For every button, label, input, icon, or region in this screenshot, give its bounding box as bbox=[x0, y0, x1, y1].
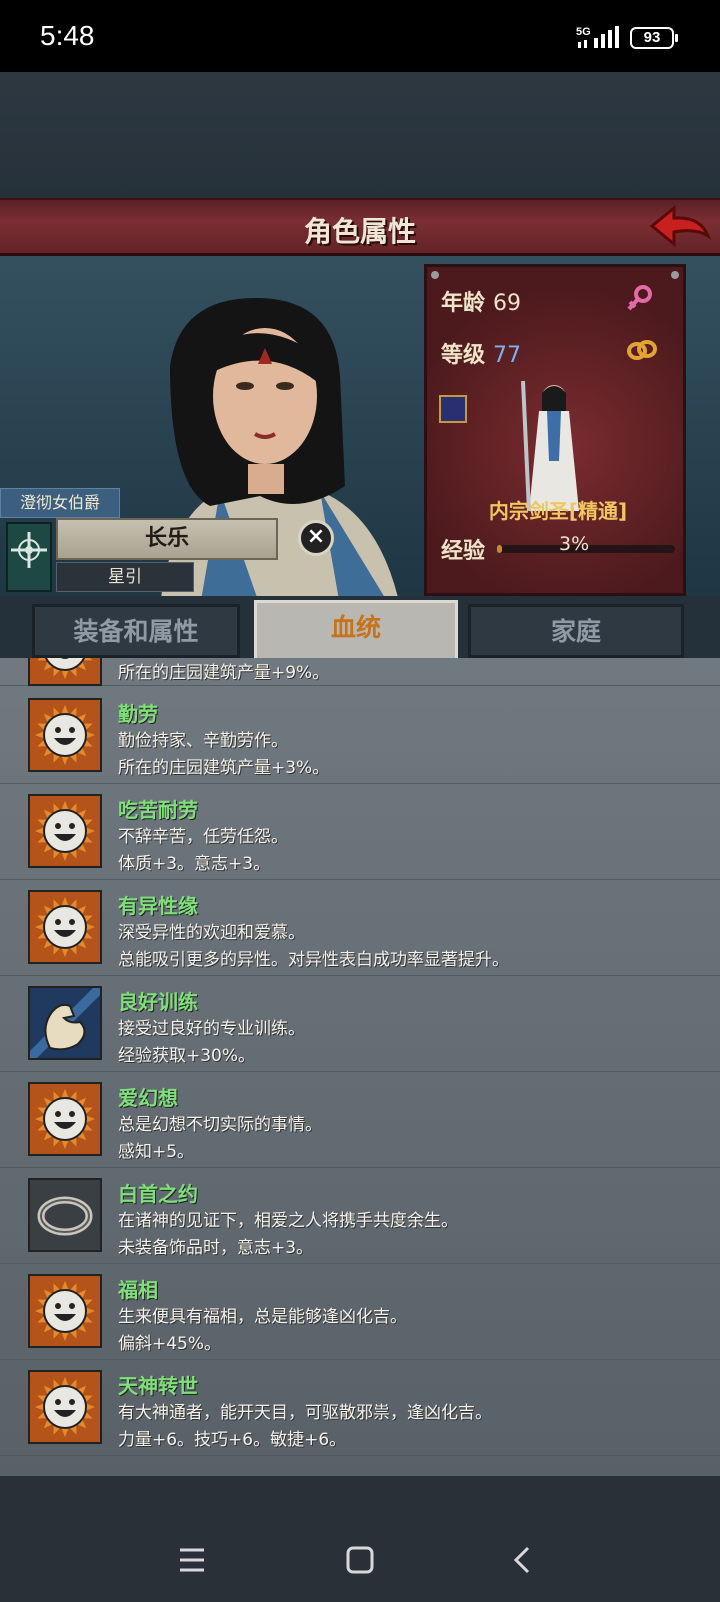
exp-percent: 3% bbox=[559, 533, 590, 555]
trait-name: 勤劳 bbox=[118, 702, 158, 726]
list-item[interactable]: 吃苦耐劳不辞辛苦，任劳任怨。 体质+3。意志+3。 bbox=[0, 782, 720, 880]
class-skill-icon[interactable] bbox=[439, 395, 467, 423]
ring-icon bbox=[28, 1178, 102, 1252]
trait-name: 福相 bbox=[118, 1278, 158, 1302]
list-item[interactable]: 福相生来便具有福相，总是能够逢凶化吉。 偏斜+45%。 bbox=[0, 1262, 720, 1360]
trait-description: 总是幻想不切实际的事情。 bbox=[118, 1115, 322, 1135]
trait-effect: 感知+5。 bbox=[118, 1142, 195, 1162]
back-icon[interactable] bbox=[504, 1540, 544, 1580]
smiley-sun-icon bbox=[28, 698, 102, 772]
home-icon[interactable] bbox=[340, 1540, 380, 1580]
list-item[interactable]: 天神转世有大神通者，能开天目，可驱散邪祟，逢凶化吉。 力量+6。技巧+6。敏捷+6… bbox=[0, 1358, 720, 1456]
trait-effect: 力量+6。技巧+6。敏捷+6。 bbox=[118, 1430, 347, 1450]
trait-name: 天神转世 bbox=[118, 1374, 198, 1398]
level-value: 77 bbox=[493, 343, 522, 368]
wedding-rings-icon[interactable] bbox=[625, 335, 659, 365]
list-item[interactable]: 有异性缘深受异性的欢迎和爱慕。总能吸引更多的异性。对异性表白成功率显著提升。 bbox=[0, 878, 720, 976]
level-label: 等级 bbox=[441, 343, 486, 368]
trait-effect: 总能吸引更多的异性。对异性表白成功率显著提升。 bbox=[118, 950, 509, 970]
network-label: 5G bbox=[576, 26, 591, 38]
trait-description: 生来便具有福相，总是能够逢凶化吉。 bbox=[118, 1307, 407, 1327]
exp-progress-fill bbox=[497, 545, 503, 553]
list-item[interactable]: 良好训练接受过良好的专业训练。 经验获取+30%。 bbox=[0, 974, 720, 1072]
smiley-sun-icon bbox=[28, 794, 102, 868]
character-info-panel: 年龄 69 等级 77 内宗剑圣[精通] 经验 3% bbox=[424, 264, 686, 596]
trait-list[interactable]: 所在的庄园建筑产量+9%。 勤劳勤俭持家、辛勤劳作。所在的庄园建筑产量+3%。吃… bbox=[0, 658, 720, 1476]
trait-description: 接受过良好的专业训练。 bbox=[118, 1019, 305, 1039]
flexed-arm-icon bbox=[28, 986, 102, 1060]
rivet-decor bbox=[431, 271, 439, 279]
crest-emblem-icon bbox=[11, 532, 47, 568]
trait-name: 白首之约 bbox=[118, 1182, 198, 1206]
trait-description: 深受异性的欢迎和爱慕。 bbox=[118, 923, 305, 943]
trait-effect: 所在的庄园建筑产量+9%。 bbox=[118, 663, 330, 683]
smiley-sun-icon bbox=[28, 1274, 102, 1348]
family-crest[interactable] bbox=[6, 522, 52, 592]
tab-family[interactable]: 家庭 bbox=[468, 604, 684, 658]
trait-name: 良好训练 bbox=[118, 990, 198, 1014]
page-title: 角色属性 bbox=[303, 215, 416, 248]
character-name[interactable]: 长乐 bbox=[56, 518, 278, 560]
list-item[interactable]: 爱幻想总是幻想不切实际的事情。 感知+5。 bbox=[0, 1070, 720, 1168]
female-gender-icon bbox=[627, 285, 652, 311]
signal-icon: 5G bbox=[576, 26, 619, 48]
smiley-sun-icon bbox=[28, 658, 102, 686]
tab-bloodline[interactable]: 血统 bbox=[254, 600, 458, 658]
age-label: 年龄 bbox=[441, 291, 486, 316]
rivet-decor bbox=[671, 271, 679, 279]
smiley-sun-icon bbox=[28, 1370, 102, 1444]
smiley-sun-icon bbox=[28, 890, 102, 964]
list-item[interactable]: 勤劳勤俭持家、辛勤劳作。所在的庄园建筑产量+3%。 bbox=[0, 686, 720, 784]
exp-label: 经验 bbox=[441, 539, 486, 564]
character-epithet: 星引 bbox=[56, 562, 194, 592]
back-arrow-icon[interactable] bbox=[648, 202, 712, 254]
trait-effect: 未装备饰品时，意志+3。 bbox=[118, 1238, 314, 1258]
top-backdrop bbox=[0, 72, 720, 198]
battery-indicator: 93 bbox=[630, 27, 678, 49]
trait-name: 有异性缘 bbox=[118, 894, 198, 918]
class-name: 内宗剑圣[精通] bbox=[488, 499, 628, 523]
smiley-sun-icon bbox=[28, 1082, 102, 1156]
noble-rank-tag: 澄彻女伯爵 bbox=[0, 488, 120, 518]
title-bar: 角色属性 bbox=[0, 198, 720, 256]
trait-effect: 所在的庄园建筑产量+3%。 bbox=[118, 758, 330, 778]
menu-icon[interactable] bbox=[172, 1540, 212, 1580]
status-bar: 5:48 5G 93 bbox=[0, 0, 720, 72]
tab-bar: 装备和属性 血统 家庭 bbox=[0, 596, 720, 658]
trait-description: 在诸神的见证下，相爱之人将携手共度余生。 bbox=[118, 1211, 458, 1231]
level-row: 等级 77 bbox=[441, 337, 521, 369]
clock: 5:48 bbox=[40, 20, 95, 51]
list-item[interactable]: 白首之约在诸神的见证下，相爱之人将携手共度余生。 未装备饰品时，意志+3。 bbox=[0, 1166, 720, 1264]
dismiss-icon[interactable]: × bbox=[298, 520, 334, 556]
age-value: 69 bbox=[493, 291, 522, 316]
trait-description: 有大神通者，能开天目，可驱散邪祟，逢凶化吉。 bbox=[118, 1403, 492, 1423]
nav-bar bbox=[0, 1476, 720, 1602]
trait-name: 吃苦耐劳 bbox=[118, 798, 198, 822]
tab-equipment[interactable]: 装备和属性 bbox=[32, 604, 240, 658]
trait-effect: 体质+3。意志+3。 bbox=[118, 854, 271, 874]
trait-effect: 偏斜+45%。 bbox=[118, 1334, 222, 1354]
trait-effect: 经验获取+30%。 bbox=[118, 1046, 256, 1066]
age-row: 年龄 69 bbox=[441, 285, 521, 317]
trait-name: 爱幻想 bbox=[118, 1086, 178, 1110]
trait-description: 勤俭持家、辛勤劳作。 bbox=[118, 731, 288, 751]
list-item: 所在的庄园建筑产量+9%。 bbox=[0, 658, 720, 686]
trait-description: 不辞辛苦，任劳任怨。 bbox=[118, 827, 288, 847]
